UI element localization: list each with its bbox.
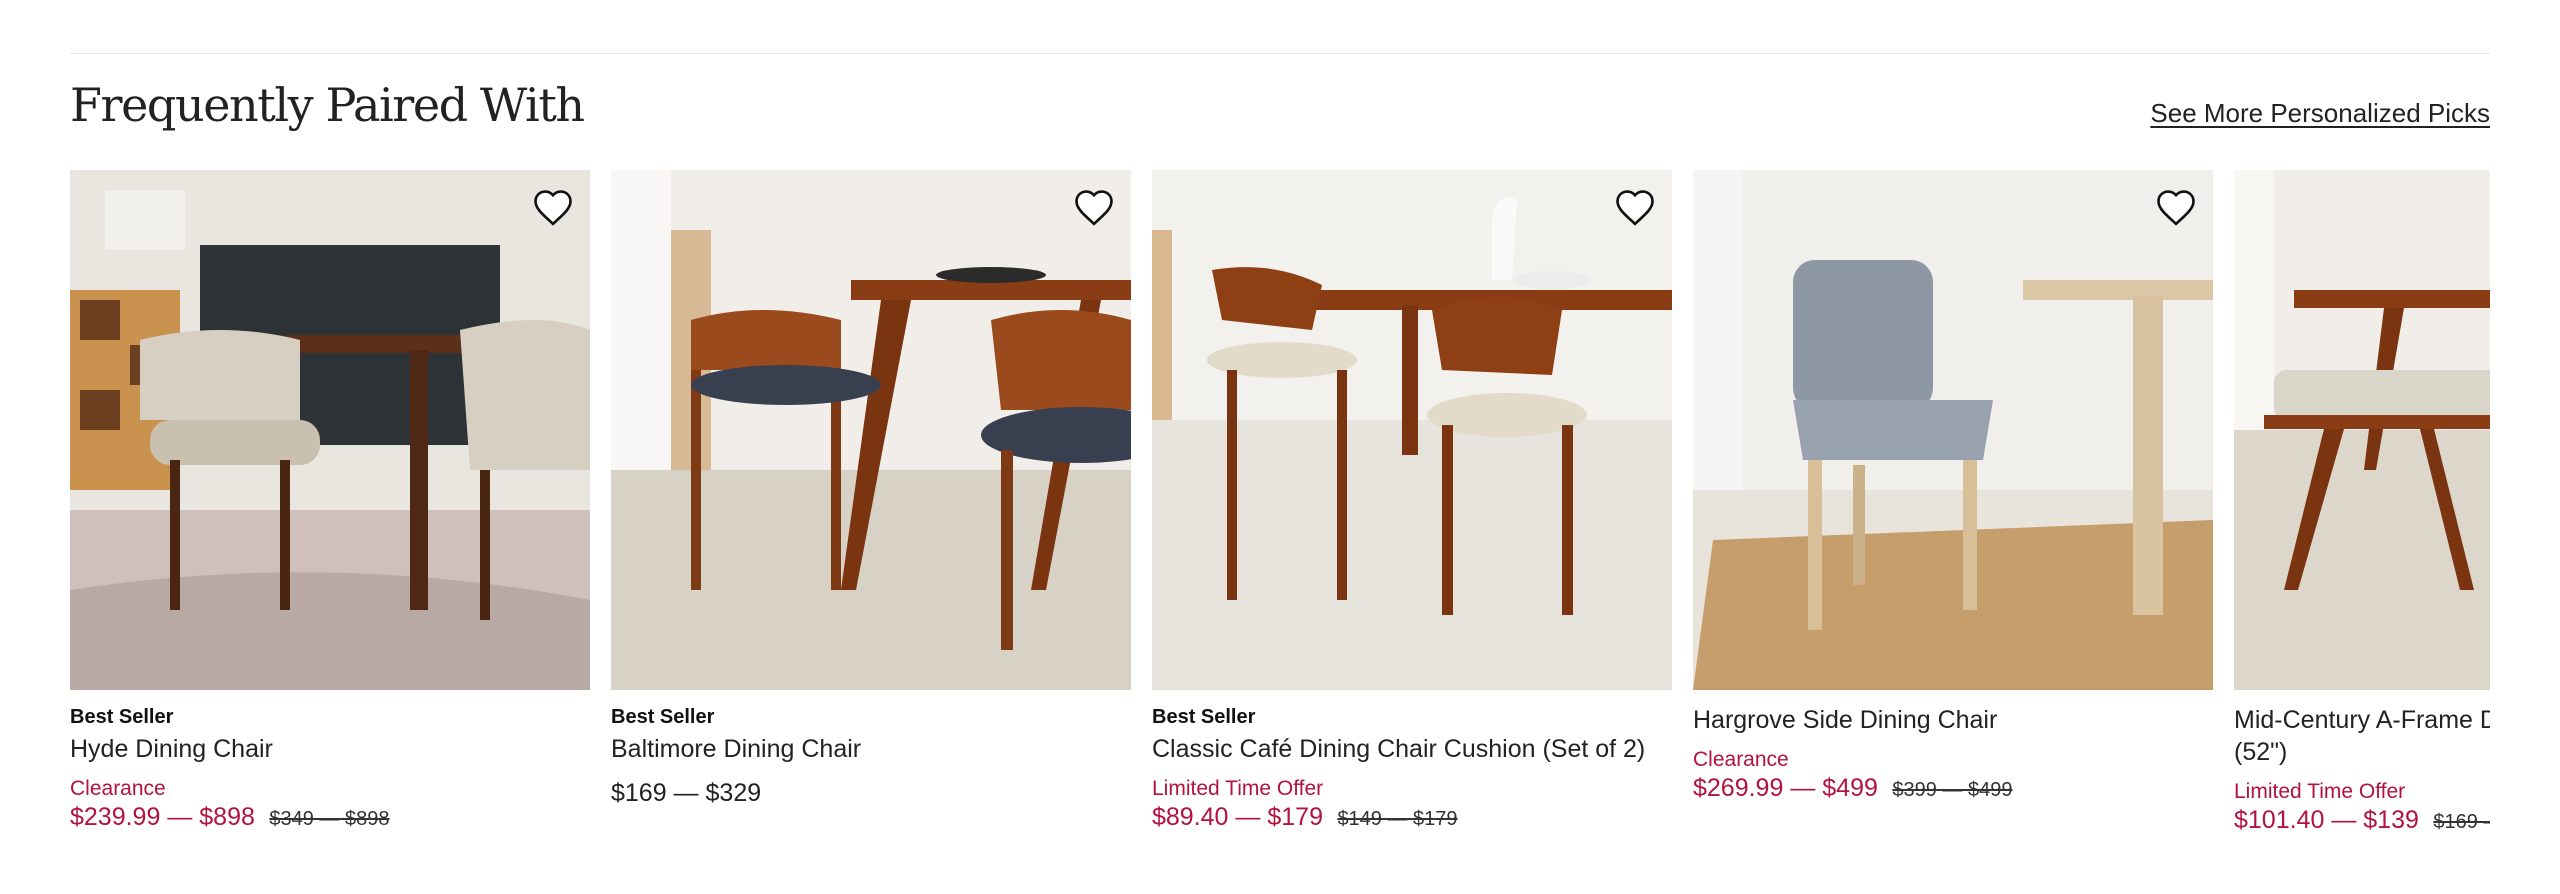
clearance-tag: Clearance xyxy=(1693,748,1789,771)
sale-price: $101.40 — $139 xyxy=(2234,806,2419,834)
original-price: $349 — $898 xyxy=(269,808,390,830)
original-price: $169 — $1 xyxy=(2433,811,2490,833)
product-name[interactable]: Classic Café Dining Chair Cushion (Set o… xyxy=(1152,733,1672,765)
price-row: $269.99 — $499 $399 — $499 xyxy=(1693,774,2213,803)
product-image[interactable] xyxy=(611,170,1131,690)
favorite-heart-icon[interactable] xyxy=(1073,188,1115,230)
cafe-chair-cushion-photo xyxy=(1152,170,1672,690)
product-name[interactable]: Baltimore Dining Chair xyxy=(611,733,1131,765)
product-name-line-2: (52") xyxy=(2234,738,2288,766)
best-seller-badge: Best Seller xyxy=(611,706,715,728)
best-seller-badge: Best Seller xyxy=(70,706,174,728)
see-more-link[interactable]: See More Personalized Picks xyxy=(2150,98,2490,129)
original-price: $149 — $179 xyxy=(1337,808,1458,830)
product-image[interactable] xyxy=(2234,170,2490,690)
price-row: $101.40 — $139 $169 — $1 xyxy=(2234,806,2490,835)
original-price: $399 — $499 xyxy=(1892,779,2013,801)
product-card[interactable]: Best Seller Classic Café Dining Chair Cu… xyxy=(1152,170,1672,832)
price-row: $239.99 — $898 $349 — $898 xyxy=(70,803,590,832)
product-name-line-1: Mid-Century A-Frame D xyxy=(2234,706,2490,734)
product-image[interactable] xyxy=(1693,170,2213,690)
section-divider xyxy=(70,53,2490,54)
baltimore-dining-chair-photo xyxy=(611,170,1131,690)
hyde-dining-chair-photo xyxy=(70,170,590,690)
sale-price: $89.40 — $179 xyxy=(1152,803,1323,831)
a-frame-bench-photo xyxy=(2234,170,2490,690)
product-card[interactable]: Best Seller Hyde Dining Chair Clearance … xyxy=(70,170,590,832)
favorite-heart-icon[interactable] xyxy=(532,188,574,230)
product-image[interactable] xyxy=(1152,170,1672,690)
product-name[interactable]: Hargrove Side Dining Chair xyxy=(1693,704,2213,736)
favorite-heart-icon[interactable] xyxy=(1614,188,1656,230)
limited-offer-tag: Limited Time Offer xyxy=(1152,777,1324,800)
sale-price: $269.99 — $499 xyxy=(1693,774,1878,802)
product-image[interactable] xyxy=(70,170,590,690)
clearance-tag: Clearance xyxy=(70,777,166,800)
product-card[interactable]: Hargrove Side Dining Chair Clearance $26… xyxy=(1693,170,2213,803)
limited-offer-tag: Limited Time Offer xyxy=(2234,780,2406,803)
product-card[interactable]: Best Seller Baltimore Dining Chair $169 … xyxy=(611,170,1131,808)
sale-price: $239.99 — $898 xyxy=(70,803,255,831)
price-row: $89.40 — $179 $149 — $179 xyxy=(1152,803,1672,832)
section-title: Frequently Paired With xyxy=(70,78,585,132)
hargrove-side-chair-photo xyxy=(1693,170,2213,690)
product-name[interactable]: Mid-Century A-Frame D (52") xyxy=(2234,704,2490,768)
product-name[interactable]: Hyde Dining Chair xyxy=(70,733,590,765)
product-card[interactable]: Mid-Century A-Frame D (52") Limited Time… xyxy=(2234,170,2490,835)
regular-price: $169 — $329 xyxy=(611,779,762,807)
best-seller-badge: Best Seller xyxy=(1152,706,1256,728)
product-carousel: Best Seller Hyde Dining Chair Clearance … xyxy=(70,170,2490,894)
favorite-heart-icon[interactable] xyxy=(2155,188,2197,230)
